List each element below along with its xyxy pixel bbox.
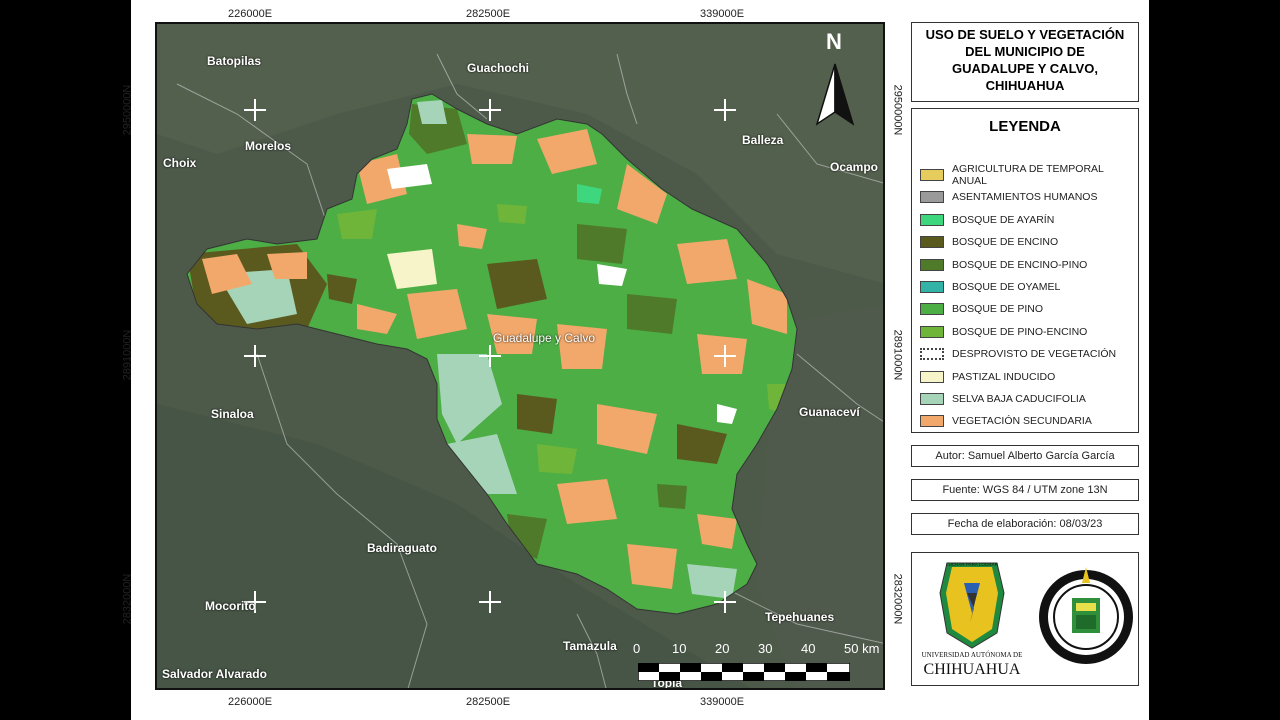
place-ocampo: Ocampo <box>830 160 879 174</box>
y-tick-left-2: 2891000N <box>121 329 134 381</box>
grid-cross <box>479 591 501 613</box>
x-tick-top-3: 339000E <box>700 8 745 20</box>
legend-label: BOSQUE DE PINO-ENCINO <box>952 325 1088 338</box>
legend-item: AGRICULTURA DE TEMPORAL ANUAL <box>920 163 1138 187</box>
legend-swatch <box>920 325 944 338</box>
legend-label: BOSQUE DE AYARÍN <box>952 213 1055 226</box>
legend-swatch <box>920 236 944 249</box>
place-guanacevi: Guanaceví <box>799 405 860 419</box>
title-line-3: GUADALUPE Y CALVO, <box>952 61 1098 76</box>
legend-label: SELVA BAJA CADUCIFOLIA <box>952 393 1086 405</box>
title-box: USO DE SUELO Y VEGETACIÓN DEL MUNICIPIO … <box>911 22 1139 102</box>
legend-title: LEYENDA <box>989 118 1061 135</box>
legend-swatch <box>920 348 944 361</box>
place-guachochi: Guachochi <box>467 61 530 75</box>
scale-label: 40 <box>801 641 816 656</box>
legend-item: BOSQUE DE PINO-ENCINO <box>920 325 1087 339</box>
uach-motto: LUCHAR PARA LOGRAR <box>946 562 998 567</box>
scale-label: 0 <box>633 641 641 656</box>
legend-swatch <box>920 258 944 271</box>
place-batopilas: Batopilas <box>207 54 262 68</box>
legend-label: BOSQUE DE OYAMEL <box>952 281 1061 293</box>
scale-label: 10 <box>672 641 687 656</box>
y-tick-left-1: 2950000N <box>121 84 134 136</box>
x-tick-bottom-2: 282500E <box>466 696 511 708</box>
author-box: Autor: Samuel Alberto García García <box>911 445 1139 467</box>
map-frame[interactable]: N Batopilas Guachochi Morelos Choix Ball… <box>155 22 885 690</box>
grid-cross <box>714 99 736 121</box>
place-morelos: Morelos <box>245 139 292 153</box>
legend-label: VEGETACIÓN SECUNDARIA <box>952 415 1092 428</box>
legend-swatch <box>920 281 944 293</box>
legend-item: BOSQUE DE OYAMEL <box>920 280 1060 294</box>
grid-cross <box>479 345 501 367</box>
uach-name-top: UNIVERSIDAD AUTÓNOMA DE <box>922 651 1023 659</box>
legend-item: ASENTAMIENTOS HUMANOS <box>920 190 1097 204</box>
legend-item: BOSQUE DE ENCINO <box>920 235 1058 249</box>
y-tick-left-3: 2832000N <box>121 573 134 625</box>
legend-item: VEGETACIÓN SECUNDARIA <box>920 414 1092 428</box>
legend-label: ASENTAMIENTOS HUMANOS <box>952 191 1098 204</box>
uach-name-bottom: CHIHUAHUA <box>924 661 1021 678</box>
map-title: USO DE SUELO Y VEGETACIÓN DEL MUNICIPIO … <box>912 23 1138 94</box>
grid-cross <box>244 345 266 367</box>
legend-label: BOSQUE DE PINO <box>952 303 1044 316</box>
place-guadalupe-y-calvo: Guadalupe y Calvo <box>493 331 596 345</box>
legend-item: PASTIZAL INDUCIDO <box>920 370 1055 384</box>
logos-box: LUCHAR PARA LOGRAR UNIVERSIDAD AUTÓNOMA … <box>911 552 1139 686</box>
uach-shield-icon <box>939 562 1005 649</box>
x-tick-top-1: 226000E <box>228 8 273 20</box>
grid-cross <box>244 99 266 121</box>
faculty-emblem-icon <box>1039 567 1133 664</box>
legend-label: BOSQUE DE ENCINO <box>952 236 1059 249</box>
place-balleza: Balleza <box>742 133 784 147</box>
north-label: N <box>826 29 842 54</box>
logos: LUCHAR PARA LOGRAR UNIVERSIDAD AUTÓNOMA … <box>922 562 1133 678</box>
date-box: Fecha de elaboración: 08/03/23 <box>911 513 1139 535</box>
legend-label: AGRICULTURA DE TEMPORAL ANUAL <box>952 163 1104 187</box>
grid-cross <box>714 345 736 367</box>
source-box: Fuente: WGS 84 / UTM zone 13N <box>911 479 1139 501</box>
legend-item: DESPROVISTO DE VEGETACIÓN <box>920 347 1116 361</box>
place-tepehuanes: Tepehuanes <box>765 610 835 624</box>
place-salvador-alvarado: Salvador Alvarado <box>162 667 267 681</box>
grid-cross <box>714 591 736 613</box>
legend-item: SELVA BAJA CADUCIFOLIA <box>920 392 1086 406</box>
y-tick-right-1: 2950000N <box>891 84 904 136</box>
legend-swatch <box>920 169 944 181</box>
map-canvas <box>157 24 883 688</box>
legend-swatch <box>920 415 944 428</box>
legend-swatch <box>920 370 944 383</box>
scale-label: 50 km <box>844 641 880 656</box>
legend-label: BOSQUE DE ENCINO-PINO <box>952 258 1088 271</box>
y-tick-right-3: 2832000N <box>891 573 904 625</box>
place-badiraguato: Badiraguato <box>367 541 438 555</box>
scale-label: 30 <box>758 641 773 656</box>
legend-item: BOSQUE DE PINO <box>920 302 1043 316</box>
title-line-1: USO DE SUELO Y VEGETACIÓN <box>925 27 1125 42</box>
legend-swatch <box>920 213 944 226</box>
x-tick-top-2: 282500E <box>466 8 511 20</box>
y-tick-right-2: 2891000N <box>891 329 904 381</box>
place-sinaloa: Sinaloa <box>211 407 254 421</box>
place-mocorito: Mocorito <box>205 599 256 613</box>
title-line-4: CHIHUAHUA <box>985 78 1065 93</box>
grid-cross <box>479 99 501 121</box>
legend-swatch <box>920 393 944 405</box>
place-choix: Choix <box>163 156 197 170</box>
x-tick-bottom-1: 226000E <box>228 696 273 708</box>
legend-label: DESPROVISTO DE VEGETACIÓN <box>952 348 1117 361</box>
legend-swatch <box>920 191 944 204</box>
x-tick-bottom-3: 339000E <box>700 696 745 708</box>
legend-item: BOSQUE DE ENCINO-PINO <box>920 258 1087 272</box>
scale-label: 20 <box>715 641 730 656</box>
legend-item: BOSQUE DE AYARÍN <box>920 213 1054 227</box>
scale-bar-graphic <box>638 663 850 681</box>
legend-label: PASTIZAL INDUCIDO <box>952 370 1056 383</box>
title-line-2: DEL MUNICIPIO DE <box>965 44 1085 59</box>
legend: LEYENDA AGRICULTURA DE TEMPORAL ANUAL ASE… <box>911 108 1139 433</box>
place-tamazula: Tamazula <box>563 639 617 653</box>
legend-swatch <box>920 303 944 316</box>
